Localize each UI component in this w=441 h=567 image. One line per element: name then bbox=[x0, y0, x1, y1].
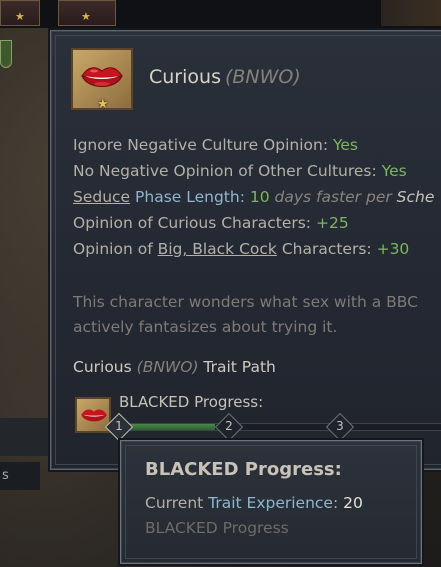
trait-title: Curious (BNWO) bbox=[149, 66, 301, 88]
lips-icon bbox=[81, 67, 123, 87]
star-icon: ★ bbox=[97, 97, 109, 112]
opinion-curious-line: Opinion of Curious Characters: +25 bbox=[73, 214, 349, 232]
background-portrait bbox=[381, 0, 441, 26]
star-icon: ★ bbox=[15, 10, 25, 23]
effect-line: No Negative Opinion of Other Cultures: Y… bbox=[73, 162, 407, 180]
background-panel-strip bbox=[0, 418, 48, 456]
progress-marker-label: 3 bbox=[336, 419, 344, 433]
progress-bar bbox=[113, 423, 441, 431]
bbc-link[interactable]: Big, Black Cock bbox=[158, 240, 277, 258]
trait-experience-line: Current Trait Experience: 20 bbox=[145, 494, 363, 512]
tooltip-title: BLACKED Progress: bbox=[145, 459, 342, 480]
trait-path-title: Curious (BNWO) Trait Path bbox=[73, 358, 276, 376]
progress-marker-label: 1 bbox=[115, 419, 123, 433]
progress-marker-label: 2 bbox=[225, 419, 233, 433]
seduce-phase-line: Seduce Phase Length: 10 days faster per … bbox=[73, 188, 435, 206]
tooltip-subtitle: BLACKED Progress bbox=[145, 519, 289, 537]
trait-description-line: actively fantasizes about trying it. bbox=[73, 318, 338, 336]
background-text-chip: s bbox=[0, 462, 40, 490]
effect-line: Ignore Negative Culture Opinion: Yes bbox=[73, 136, 359, 154]
progress-label: BLACKED Progress: bbox=[119, 393, 264, 411]
star-icon: ★ bbox=[81, 10, 91, 23]
effect-value: Yes bbox=[381, 162, 407, 180]
seduce-link[interactable]: Seduce bbox=[73, 188, 130, 206]
trait-tooltip: ★ Curious (BNWO) Ignore Negative Culture … bbox=[50, 30, 441, 470]
trait-slot[interactable]: ★ bbox=[58, 0, 116, 26]
game-scene: ★ ★ s ★ Curious (BNWO) Ignore Negative Cu… bbox=[0, 0, 441, 567]
trait-slot[interactable]: ★ bbox=[0, 0, 40, 26]
shield-icon[interactable] bbox=[0, 40, 12, 68]
opinion-bbc-line: Opinion of Big, Black Cock Characters: +… bbox=[73, 240, 410, 258]
trait-experience-link[interactable]: Trait Experience bbox=[208, 494, 333, 512]
trait-name: Curious bbox=[149, 66, 221, 88]
trait-tag: (BNWO) bbox=[224, 66, 301, 88]
effect-value: Yes bbox=[332, 136, 359, 154]
progress-tooltip: BLACKED Progress: Current Trait Experien… bbox=[120, 440, 422, 564]
lips-icon bbox=[81, 409, 107, 422]
trait-experience-value: 20 bbox=[343, 494, 363, 512]
trait-icon: ★ bbox=[71, 48, 133, 112]
trait-description-line: This character wonders what sex with a B… bbox=[73, 293, 418, 311]
